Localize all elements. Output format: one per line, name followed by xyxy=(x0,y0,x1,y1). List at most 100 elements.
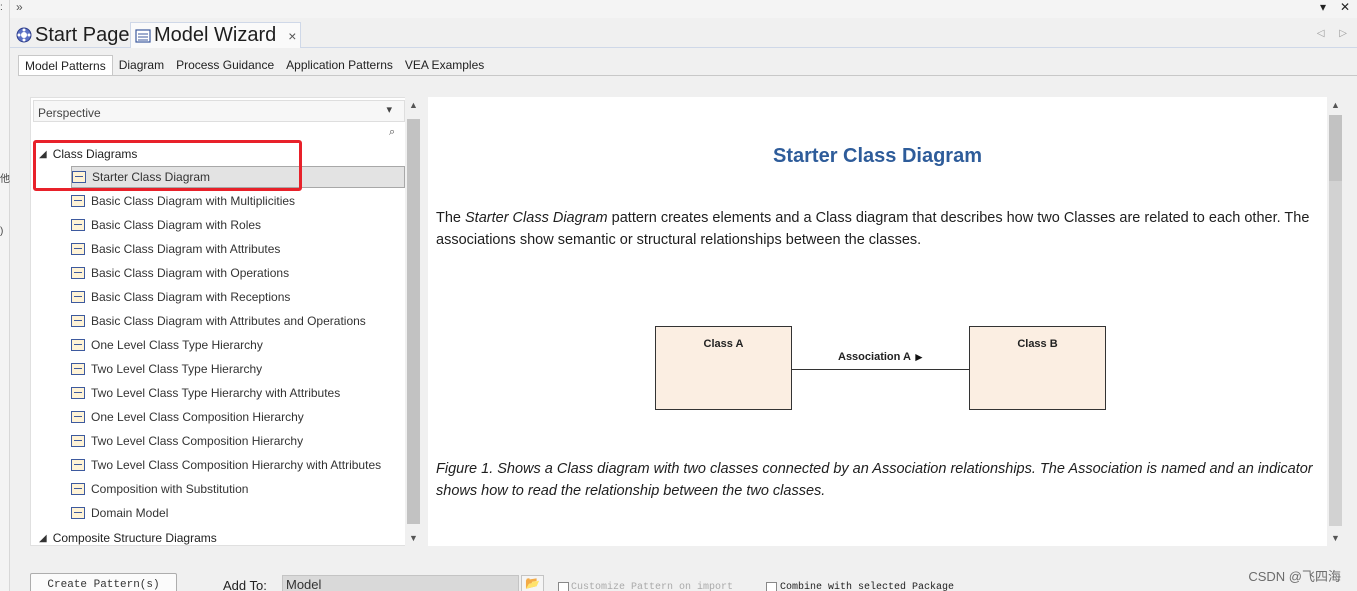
customize-checkbox[interactable] xyxy=(558,582,569,591)
add-to-label: Add To: xyxy=(223,578,267,591)
bottom-bar: Create Pattern(s) Add To: Model 📂 Custom… xyxy=(18,566,1357,591)
list-item[interactable]: Two Level Class Composition Hierarchy xyxy=(71,430,405,452)
tab-label: Model Wizard xyxy=(154,24,277,46)
combine-checkbox[interactable] xyxy=(766,582,777,591)
pattern-icon xyxy=(71,219,85,231)
scroll-down-icon[interactable]: ▼ xyxy=(1327,530,1344,546)
scroll-thumb-top[interactable] xyxy=(1329,115,1342,181)
wizard-sub-tabs: Model Patterns Diagram Process Guidance … xyxy=(18,55,490,77)
close-window-icon[interactable]: ✕ xyxy=(1340,0,1350,14)
list-item[interactable]: One Level Class Type Hierarchy xyxy=(71,334,405,356)
model-wizard-window: : 他 ) » ▾ ✕ Start Page Model Wizard × ◁ … xyxy=(0,0,1357,591)
left-dock-strip: : 他 ) xyxy=(0,0,10,591)
scroll-track[interactable] xyxy=(1329,181,1342,526)
start-page-icon xyxy=(16,27,32,43)
dropdown-arrow-icon[interactable]: ▾ xyxy=(1320,0,1326,14)
figure-caption: Figure 1. Shows a Class diagram with two… xyxy=(436,461,1313,499)
create-patterns-button[interactable]: Create Pattern(s) xyxy=(30,573,177,591)
list-item[interactable]: Basic Class Diagram with Attributes and … xyxy=(71,310,405,332)
list-item[interactable]: Two Level Class Type Hierarchy xyxy=(71,358,405,380)
list-item[interactable]: Composition with Substitution xyxy=(71,478,405,500)
pattern-icon xyxy=(71,507,85,519)
list-item[interactable]: Basic Class Diagram with Multiplicities xyxy=(71,190,405,212)
tab-label: Start Page xyxy=(35,23,130,46)
tree-group-composite-structure[interactable]: ◢ Composite Structure Diagrams xyxy=(39,531,217,545)
overflow-chevron-icon[interactable]: » xyxy=(16,0,23,14)
tree-item-label: Basic Class Diagram with Operations xyxy=(91,266,290,280)
tree-item-label: One Level Class Type Hierarchy xyxy=(91,338,263,352)
combine-label: Combine with selected Package xyxy=(780,582,955,591)
scroll-up-icon[interactable]: ▲ xyxy=(1327,97,1344,113)
tree-item-label: Composition with Substitution xyxy=(91,482,249,496)
content-scrollbar[interactable]: ▲ ▼ xyxy=(1327,97,1344,546)
pattern-icon xyxy=(71,195,85,207)
tree-item-label: Two Level Class Composition Hierarchy xyxy=(91,434,304,448)
perspective-label: Perspective xyxy=(38,106,101,120)
list-item[interactable]: Basic Class Diagram with Attributes xyxy=(71,238,405,260)
tab-model-patterns[interactable]: Model Patterns xyxy=(18,55,113,76)
title-strip: » ▾ ✕ xyxy=(10,0,1357,18)
browse-folder-icon[interactable]: 📂 xyxy=(521,575,544,591)
tab-vea-examples[interactable]: VEA Examples xyxy=(399,55,490,76)
list-item[interactable]: One Level Class Composition Hierarchy xyxy=(71,406,405,428)
direction-arrow-icon: ► xyxy=(913,350,925,364)
document-tabs: Start Page Model Wizard × ◁ ▷ xyxy=(10,20,1357,48)
pattern-icon xyxy=(71,339,85,351)
collapse-triangle-icon[interactable]: ◢ xyxy=(39,533,47,544)
tree-item-label: Basic Class Diagram with Roles xyxy=(91,218,262,232)
scroll-thumb[interactable] xyxy=(407,119,420,524)
highlight-annotation xyxy=(33,140,302,191)
pattern-icon xyxy=(71,387,85,399)
tab-start-page[interactable]: Start Page xyxy=(12,22,134,48)
description-paragraph: The Starter Class Diagram pattern create… xyxy=(436,210,1310,248)
search-icon[interactable]: ⌕ xyxy=(389,126,395,139)
list-item[interactable]: Domain Model xyxy=(71,502,405,524)
tab-diagram[interactable]: Diagram xyxy=(113,55,170,76)
tree-group-label: Composite Structure Diagrams xyxy=(52,531,217,545)
close-tab-icon[interactable]: × xyxy=(288,28,296,44)
pattern-icon xyxy=(71,363,85,375)
association-line xyxy=(792,369,969,370)
scroll-down-icon[interactable]: ▼ xyxy=(405,530,422,546)
pattern-icon xyxy=(71,315,85,327)
tree-item-label: Basic Class Diagram with Attributes xyxy=(91,242,281,256)
tree-item-label: Two Level Class Type Hierarchy xyxy=(91,362,263,376)
add-to-field[interactable]: Model xyxy=(282,575,519,591)
model-wizard-icon xyxy=(135,28,151,43)
tree-item-label: Basic Class Diagram with Multiplicities xyxy=(91,194,296,208)
sub-tab-divider xyxy=(18,75,1357,76)
list-item[interactable]: Basic Class Diagram with Roles xyxy=(71,214,405,236)
tree-item-label: One Level Class Composition Hierarchy xyxy=(91,410,304,424)
watermark: CSDN @飞四海 xyxy=(1248,569,1341,584)
chevron-down-icon: ▾ xyxy=(386,104,392,116)
pattern-icon xyxy=(71,459,85,471)
pattern-description: Starter Class Diagram The Starter Class … xyxy=(428,97,1327,546)
left-strip-glyph: ) xyxy=(0,226,4,237)
list-item[interactable]: Basic Class Diagram with Receptions xyxy=(71,286,405,308)
scroll-up-icon[interactable]: ▲ xyxy=(405,97,422,113)
tab-model-wizard[interactable]: Model Wizard × xyxy=(130,22,302,48)
pattern-icon xyxy=(71,267,85,279)
tab-process-guidance[interactable]: Process Guidance xyxy=(170,55,280,76)
tree-item-label: Two Level Class Type Hierarchy with Attr… xyxy=(91,386,341,400)
pattern-icon xyxy=(71,291,85,303)
tab-scroll-arrows-icon[interactable]: ◁ ▷ xyxy=(1317,28,1353,39)
left-strip-glyph: : xyxy=(0,2,3,13)
list-item[interactable]: Two Level Class Type Hierarchy with Attr… xyxy=(71,382,405,404)
tab-application-patterns[interactable]: Application Patterns xyxy=(280,55,399,76)
pattern-icon xyxy=(71,411,85,423)
class-b-box: Class B xyxy=(969,326,1106,410)
tree-scrollbar[interactable]: ▲ ▼ xyxy=(405,97,422,546)
left-strip-glyph: 他 xyxy=(0,174,10,185)
tree-item-label: Basic Class Diagram with Attributes and … xyxy=(91,314,366,328)
pattern-icon xyxy=(71,435,85,447)
class-a-box: Class A xyxy=(655,326,792,410)
association-label: Association A xyxy=(838,351,911,363)
list-item[interactable]: Basic Class Diagram with Operations xyxy=(71,262,405,284)
list-item[interactable]: Two Level Class Composition Hierarchy wi… xyxy=(71,454,405,476)
tree-item-label: Domain Model xyxy=(91,506,169,520)
pattern-icon xyxy=(71,483,85,495)
perspective-dropdown[interactable]: Perspective ▾ xyxy=(33,100,405,122)
tree-item-label: Two Level Class Composition Hierarchy wi… xyxy=(91,458,382,472)
tree-item-label: Basic Class Diagram with Receptions xyxy=(91,290,291,304)
